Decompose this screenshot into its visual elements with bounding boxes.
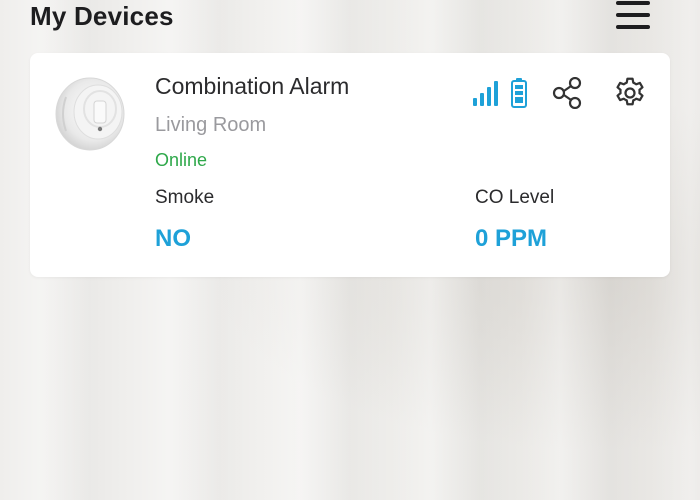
signal-bars-icon xyxy=(472,81,498,112)
share-icon[interactable] xyxy=(552,76,582,114)
device-name: Combination Alarm xyxy=(155,73,350,99)
hamburger-menu-icon[interactable] xyxy=(616,0,650,30)
smoke-value: NO xyxy=(155,225,191,252)
device-card[interactable]: Combination Alarm Living Room Online Smo… xyxy=(30,53,670,277)
header: My Devices xyxy=(30,0,670,36)
co-level-label: CO Level xyxy=(475,187,555,208)
co-level-value: 0 PPM xyxy=(475,225,548,252)
battery-full-icon xyxy=(511,78,527,113)
gear-icon[interactable] xyxy=(612,75,648,116)
smoke-label: Smoke xyxy=(155,187,215,208)
device-status: Online xyxy=(155,150,208,170)
device-room: Living Room xyxy=(155,114,267,136)
smoke-alarm-image xyxy=(54,77,126,151)
page-title: My Devices xyxy=(30,0,174,31)
